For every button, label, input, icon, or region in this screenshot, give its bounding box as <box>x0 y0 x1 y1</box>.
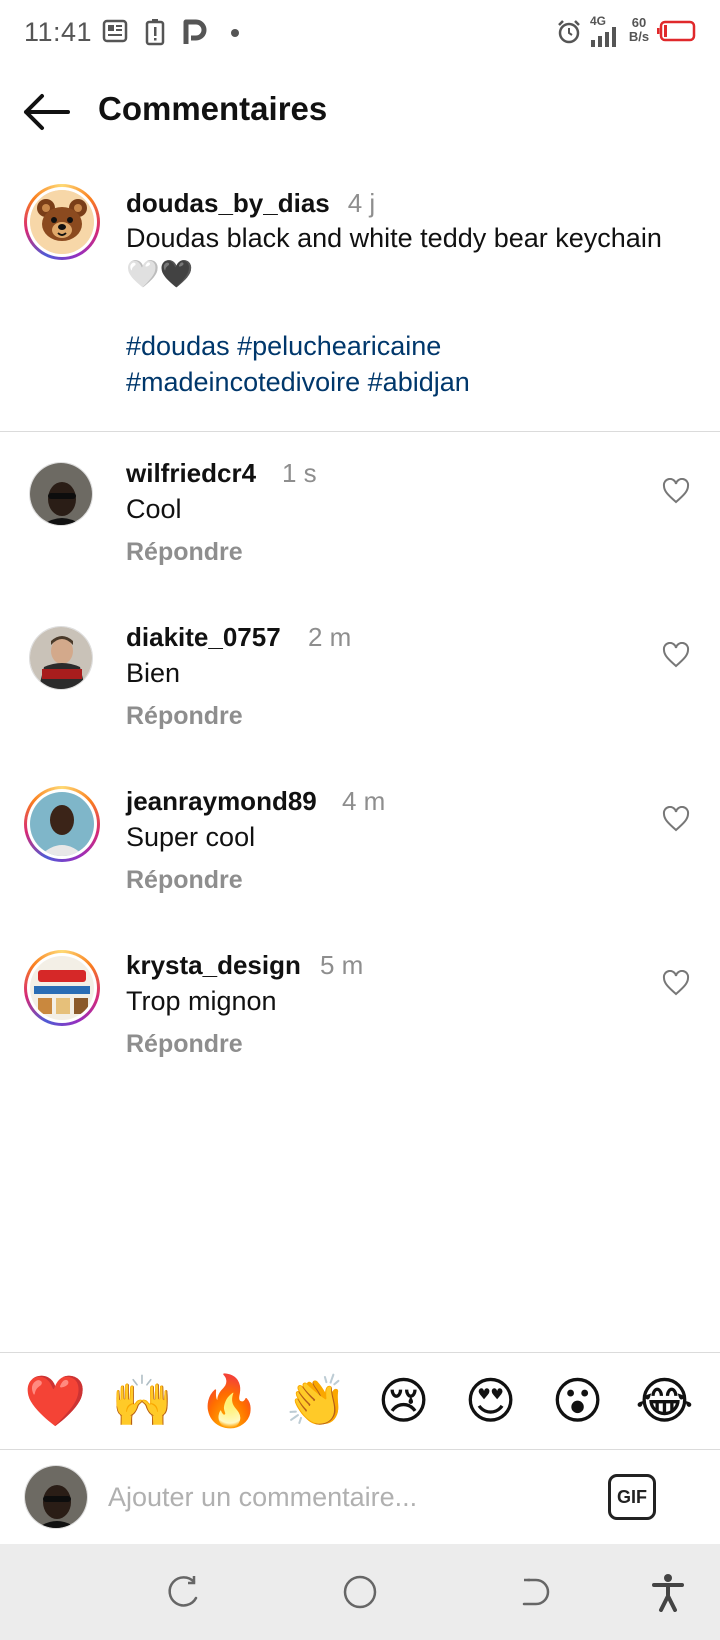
accessibility-icon[interactable] <box>648 1572 688 1612</box>
emoji-heart-eyes[interactable]: 😍 <box>459 1371 523 1431</box>
comment-time: 4 m <box>342 786 386 816</box>
data-rate-unit: B/s <box>628 29 650 44</box>
person-avatar-icon <box>30 463 92 525</box>
heart-icon[interactable] <box>662 478 690 504</box>
comment-username[interactable]: diakite_0757 <box>126 622 281 653</box>
post-caption: doudas_by_dias 4 j Doudas black and white… <box>0 178 720 432</box>
battery-icon <box>657 20 696 42</box>
reply-button[interactable]: Répondre <box>126 538 243 567</box>
hashtag[interactable]: #madeincotedivoire <box>126 367 360 397</box>
comment-item: krysta_design 5 m Trop mignon Répondre <box>0 950 720 1100</box>
person-avatar-icon <box>30 627 92 689</box>
comment-text: Cool <box>126 494 182 524</box>
heart-icon[interactable] <box>662 806 690 832</box>
heart-icon[interactable] <box>662 642 690 668</box>
comment-avatar[interactable] <box>24 950 100 1026</box>
battery-alert-icon <box>145 19 165 46</box>
emoji-quick-bar: ❤️ 🙌 🔥 👏 😢 😍 😮 😂 <box>0 1352 720 1450</box>
comment-item: diakite_0757 2 m Bien Répondre <box>0 622 720 772</box>
header: Commentaires <box>0 66 720 158</box>
caption-text: Doudas black and white teddy bear keycha… <box>126 223 662 289</box>
emoji-clapping[interactable]: 👏 <box>285 1371 349 1431</box>
comment-text: Bien <box>126 658 181 688</box>
back-arrow-icon[interactable] <box>22 88 72 136</box>
p-icon <box>183 19 207 44</box>
status-time: 11:41 <box>24 17 93 47</box>
teddy-bear-logo-icon <box>30 190 94 254</box>
hashtag[interactable]: #abidjan <box>368 367 470 397</box>
comment-time: 5 m <box>320 950 364 980</box>
gif-button[interactable]: GIF <box>608 1474 656 1520</box>
back-nav-icon[interactable] <box>516 1572 556 1612</box>
caption-username[interactable]: doudas_by_dias <box>126 188 330 218</box>
emoji-fire[interactable]: 🔥 <box>198 1371 262 1431</box>
reply-button[interactable]: Répondre <box>126 866 243 895</box>
page-title: Commentaires <box>98 90 328 127</box>
emoji-heart[interactable]: ❤️ <box>24 1371 88 1431</box>
comment-input[interactable] <box>108 1472 578 1522</box>
comment-username[interactable]: wilfriedcr4 <box>126 458 256 489</box>
comment-avatar[interactable] <box>29 462 93 526</box>
emoji-raising-hands[interactable]: 🙌 <box>111 1371 175 1431</box>
emoji-crying[interactable]: 😢 <box>372 1371 436 1431</box>
comment-username[interactable]: jeanraymond89 <box>126 786 317 817</box>
comment-composer: GIF <box>0 1450 720 1544</box>
comment-time: 2 m <box>308 622 352 652</box>
comment-time: 1 s <box>282 458 317 488</box>
comment-username[interactable]: krysta_design <box>126 950 301 981</box>
reply-button[interactable]: Répondre <box>126 1030 243 1059</box>
data-rate: 60 B/s <box>624 16 654 44</box>
comment-text: Trop mignon <box>126 986 277 1016</box>
data-rate-value: 60 <box>631 15 647 30</box>
caption-hashtags: #doudas #peluchearicaine #madeincotedivo… <box>126 328 686 400</box>
caption-avatar[interactable] <box>24 184 100 260</box>
signal-icon: 4G <box>590 14 620 48</box>
news-icon <box>102 19 128 43</box>
current-user-avatar <box>24 1465 88 1529</box>
hashtag[interactable]: #peluchearicaine <box>237 331 441 361</box>
hashtag[interactable]: #doudas <box>126 331 230 361</box>
comment-item: wilfriedcr4 1 s Cool Répondre <box>0 458 720 608</box>
comment-item: jeanraymond89 4 m Super cool Répondre <box>0 786 720 936</box>
person-avatar-icon <box>25 1466 87 1528</box>
caption-time: 4 j <box>347 188 376 218</box>
status-bar: 11:41 4G 60 B/s <box>0 0 720 66</box>
emoji-surprised[interactable]: 😮 <box>546 1371 610 1431</box>
emoji-laughing[interactable]: 😂 <box>633 1371 697 1431</box>
system-nav-bar <box>0 1544 720 1640</box>
recent-apps-icon[interactable] <box>164 1572 204 1612</box>
heart-icon[interactable] <box>662 970 690 996</box>
comment-avatar[interactable] <box>29 626 93 690</box>
brand-avatar-icon <box>30 956 94 1020</box>
comment-avatar[interactable] <box>24 786 100 862</box>
home-icon[interactable] <box>340 1572 380 1612</box>
dot-icon <box>231 29 239 37</box>
comment-text: Super cool <box>126 822 256 852</box>
reply-button[interactable]: Répondre <box>126 702 243 731</box>
person-avatar-icon <box>30 792 94 856</box>
alarm-icon <box>558 20 580 44</box>
